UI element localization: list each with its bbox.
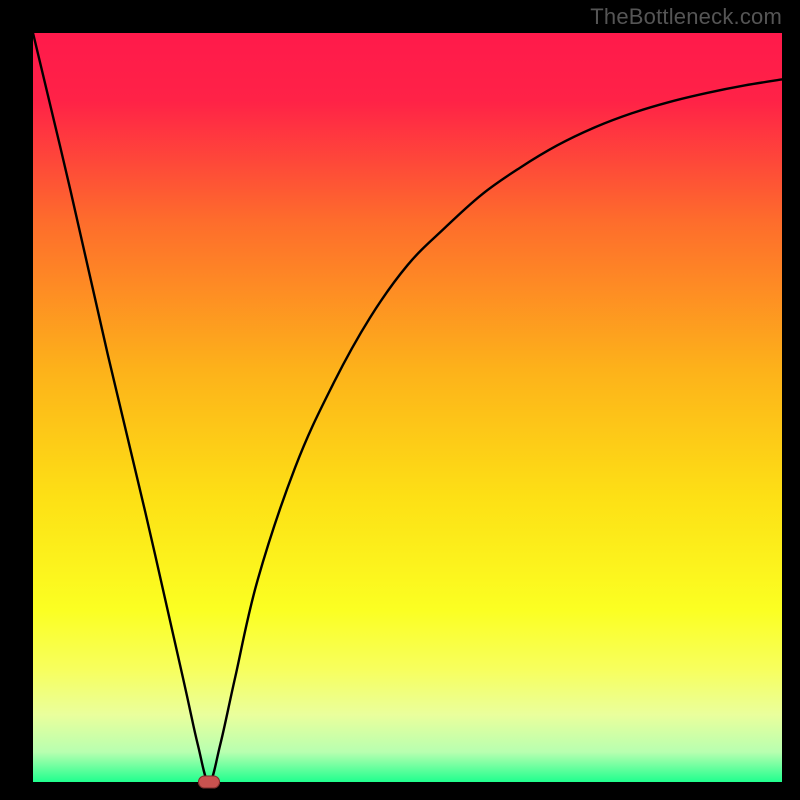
- bottleneck-curve: [33, 33, 782, 782]
- watermark-text: TheBottleneck.com: [590, 4, 782, 30]
- optimum-marker: [198, 776, 220, 789]
- plot-area: [33, 33, 782, 782]
- chart-frame: TheBottleneck.com: [0, 0, 800, 800]
